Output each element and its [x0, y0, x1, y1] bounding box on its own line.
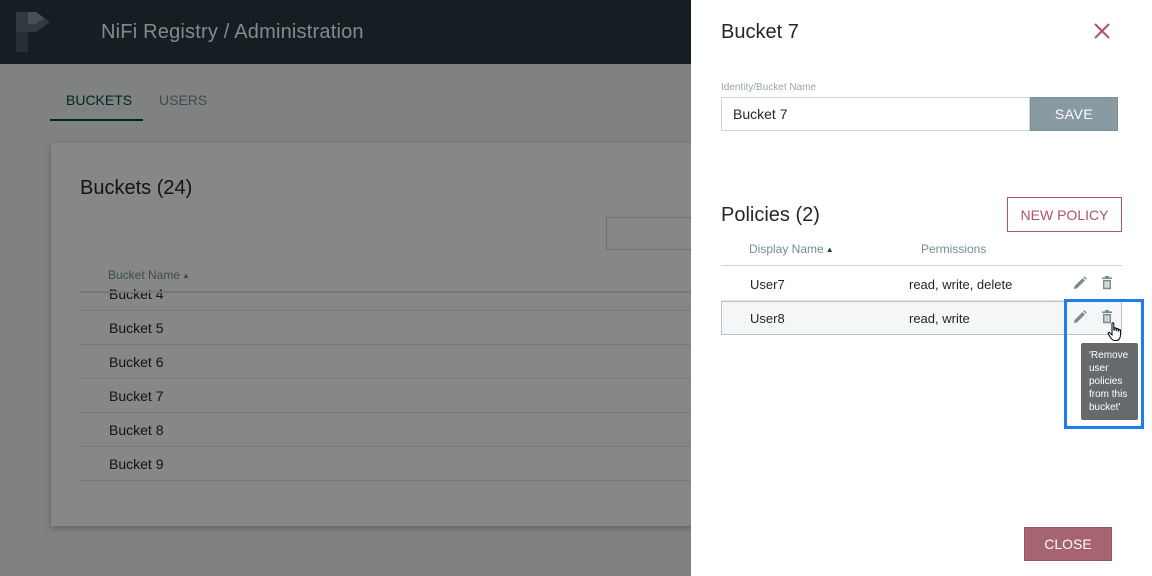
sort-ascending-icon: ▲ — [825, 245, 834, 254]
edit-pencil-icon[interactable] — [1073, 276, 1087, 290]
display-name-column-header[interactable]: Display Name ▲ — [749, 242, 834, 256]
permissions-column-header[interactable]: Permissions — [921, 242, 986, 256]
display-name-header-label: Display Name — [749, 242, 824, 256]
policy-row[interactable]: User7 read, write, delete — [721, 267, 1122, 301]
policy-permissions: read, write — [909, 311, 970, 326]
close-button[interactable]: CLOSE — [1024, 527, 1112, 561]
close-icon[interactable] — [1091, 20, 1113, 42]
policies-title: Policies (2) — [721, 204, 820, 226]
delete-trash-icon[interactable] — [1100, 276, 1114, 290]
bucket-name-field[interactable] — [721, 97, 1030, 131]
policy-permissions: read, write, delete — [909, 277, 1013, 292]
bucket-details-panel: Bucket 7 Identity/Bucket Name SAVE Polic… — [691, 0, 1152, 576]
policy-user-name: User7 — [750, 277, 785, 292]
bucket-name-field-label: Identity/Bucket Name — [721, 82, 817, 93]
panel-title: Bucket 7 — [721, 21, 799, 43]
policy-row[interactable]: User8 read, write — [721, 301, 1122, 335]
new-policy-button[interactable]: NEW POLICY — [1007, 197, 1122, 232]
policies-header-divider — [721, 265, 1122, 266]
hand-pointer-cursor-icon — [1107, 322, 1121, 341]
delete-tooltip: 'Remove user policies from this bucket' — [1081, 343, 1138, 420]
policy-user-name: User8 — [750, 311, 785, 326]
save-button[interactable]: SAVE — [1030, 97, 1118, 131]
